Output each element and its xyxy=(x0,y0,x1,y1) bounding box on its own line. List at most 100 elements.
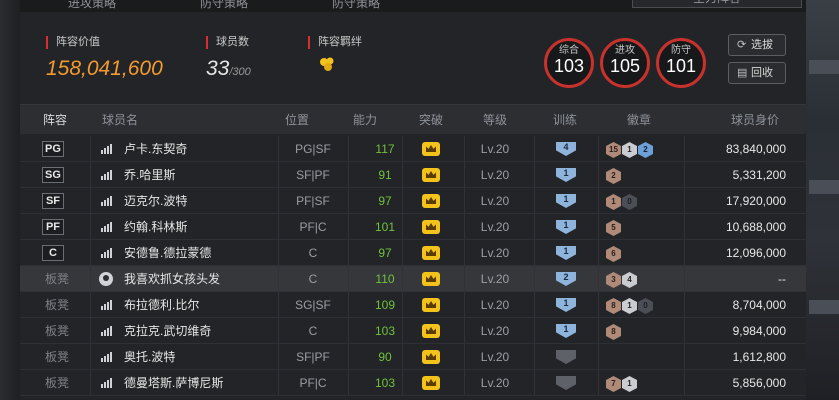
training-shield-icon[interactable] xyxy=(556,350,576,364)
col-lineup[interactable]: 阵容 xyxy=(20,105,90,135)
stats-icon[interactable] xyxy=(101,248,113,258)
badge-icon[interactable]: 0 xyxy=(622,194,637,210)
player-name[interactable]: 安德鲁.德拉蒙德 xyxy=(124,240,211,266)
badge-list: 8 xyxy=(606,323,622,340)
badge-icon[interactable]: 1 xyxy=(622,298,637,314)
training-shield-icon[interactable]: 2 xyxy=(556,272,576,286)
bond-icon[interactable] xyxy=(318,55,336,73)
badge-icon[interactable]: 6 xyxy=(606,246,621,262)
lineup-dropdown[interactable]: 全力阵容 xyxy=(632,0,802,8)
col-training[interactable]: 训练 xyxy=(530,105,600,135)
player-value: 1,612,800 xyxy=(732,350,786,364)
player-name[interactable]: 布拉德利.比尔 xyxy=(124,292,199,318)
crown-icon[interactable] xyxy=(422,376,440,390)
badge-list: 2 xyxy=(606,167,622,184)
crown-icon[interactable] xyxy=(422,272,440,286)
crown-icon[interactable] xyxy=(422,324,440,338)
stats-icon[interactable] xyxy=(101,326,113,336)
badge-icon[interactable]: 0 xyxy=(638,298,653,314)
col-badges[interactable]: 徽章 xyxy=(604,105,674,135)
player-name[interactable]: 卢卡.东契奇 xyxy=(124,136,187,162)
badge-icon[interactable]: 2 xyxy=(638,142,653,158)
training-shield-icon[interactable]: 1 xyxy=(556,246,576,260)
player-name[interactable]: 乔.哈里斯 xyxy=(124,162,175,188)
badge-icon[interactable]: 4 xyxy=(622,272,637,288)
badge-icon[interactable]: 8 xyxy=(606,324,621,340)
badge-icon[interactable]: 8 xyxy=(606,298,621,314)
table-row[interactable]: PG 卢卡.东契奇 PG|SF 117 Lv.20 4 15 1 2 83,840,… xyxy=(20,136,806,162)
offense-label: 进攻 xyxy=(615,45,635,56)
recycle-button[interactable]: ▤ 回收 xyxy=(728,62,786,84)
stats-icon[interactable] xyxy=(101,222,113,232)
training-shield-icon[interactable]: 1 xyxy=(556,324,576,338)
col-player-value[interactable]: 球员身价 xyxy=(720,105,790,135)
crown-icon[interactable] xyxy=(422,350,440,364)
table-row[interactable]: SG 乔.哈里斯 SF|PF 91 Lv.20 1 2 5,331,200 xyxy=(20,162,806,188)
lineup-value-stat: 阵容价值 158,041,600 xyxy=(46,36,163,81)
col-breakthrough[interactable]: 突破 xyxy=(396,105,466,135)
crown-icon[interactable] xyxy=(422,298,440,312)
training-shield-icon[interactable] xyxy=(556,376,576,390)
col-player-name[interactable]: 球员名 xyxy=(102,105,138,135)
col-position[interactable]: 位置 xyxy=(262,105,332,135)
players-label: 球员数 xyxy=(206,36,251,49)
training-shield-icon[interactable]: 1 xyxy=(556,168,576,182)
tab-defense-strategy-2[interactable]: 防守策略 xyxy=(332,0,380,11)
crown-icon[interactable] xyxy=(422,194,440,208)
player-name[interactable]: 约翰.科林斯 xyxy=(124,214,187,240)
crown-icon[interactable] xyxy=(422,168,440,182)
player-name[interactable]: 我喜欢抓女孩头发 xyxy=(124,266,220,292)
table-row[interactable]: 板凳 布拉德利.比尔 SG|SF 109 Lv.20 1 810 8,704,0… xyxy=(20,292,806,318)
stats-icon[interactable] xyxy=(101,300,113,310)
select-button[interactable]: ⟳ 选拔 xyxy=(728,34,786,56)
background-right xyxy=(805,0,839,400)
table-row[interactable]: PF 约翰.科林斯 PF|C 101 Lv.20 1 5 10,688,000 xyxy=(20,214,806,240)
tab-defense-strategy[interactable]: 防守策略 xyxy=(200,0,248,11)
stats-icon[interactable] xyxy=(101,170,113,180)
table-row[interactable]: 板凳 奥托.波特 SF|PF 90 Lv.20 1,612,800 xyxy=(20,344,806,370)
stats-icon[interactable] xyxy=(101,144,113,154)
table-row[interactable]: 板凳 德曼塔斯.萨博尼斯 PF|C 103 Lv.20 71 5,856,000 xyxy=(20,370,806,396)
badge-list: 15 1 2 xyxy=(606,141,654,158)
badge-icon[interactable]: 7 xyxy=(606,376,621,392)
training-shield-icon[interactable]: 1 xyxy=(556,298,576,312)
col-level[interactable]: 等级 xyxy=(460,105,530,135)
stats-icon[interactable] xyxy=(101,378,113,388)
badge-icon[interactable]: 2 xyxy=(606,168,621,184)
table-row[interactable]: 板凳 克拉克.武切维奇 C 103 Lv.20 1 8 9,984,000 xyxy=(20,318,806,344)
stats-icon[interactable] xyxy=(101,196,113,206)
player-position: PF|SF xyxy=(296,194,330,208)
player-value: 5,856,000 xyxy=(732,376,786,390)
stats-icon[interactable] xyxy=(101,352,113,362)
table-row[interactable]: SF 迈克尔.波特 PF|SF 97 Lv.20 1 10 17,920,000 xyxy=(20,188,806,214)
badge-icon[interactable]: 1 xyxy=(622,142,637,158)
player-value: 83,840,000 xyxy=(725,142,786,156)
badge-icon[interactable]: 15 xyxy=(606,142,621,158)
badge-icon[interactable]: 1 xyxy=(606,194,621,210)
player-name[interactable]: 迈克尔.波特 xyxy=(124,188,187,214)
player-name[interactable]: 德曼塔斯.萨博尼斯 xyxy=(124,370,223,396)
player-ability: 109 xyxy=(374,298,396,312)
training-shield-icon[interactable]: 1 xyxy=(556,220,576,234)
badge-list: 5 xyxy=(606,219,622,236)
player-level: Lv.20 xyxy=(480,168,510,182)
player-name[interactable]: 克拉克.武切维奇 xyxy=(124,318,211,344)
badge-icon[interactable]: 5 xyxy=(606,220,621,236)
training-shield-icon[interactable]: 4 xyxy=(556,142,576,156)
badge-icon[interactable]: 1 xyxy=(622,376,637,392)
crown-icon[interactable] xyxy=(422,142,440,156)
badge-icon[interactable]: 3 xyxy=(606,272,621,288)
table-row[interactable]: C 安德鲁.德拉蒙德 C 97 Lv.20 1 6 12,096,000 xyxy=(20,240,806,266)
player-name[interactable]: 奥托.波特 xyxy=(124,344,175,370)
position-badge: C xyxy=(42,245,64,261)
tab-offense-strategy[interactable]: 进攻策略 xyxy=(68,0,116,11)
player-position: C xyxy=(308,246,318,260)
player-ability: 90 xyxy=(378,350,392,364)
table-row[interactable]: 板凳 我喜欢抓女孩头发 C 110 Lv.20 2 34 -- xyxy=(20,266,806,292)
crown-icon[interactable] xyxy=(422,220,440,234)
table-header: 阵容 球员名 位置 能力 突破 等级 训练 徽章 球员身价 xyxy=(20,104,806,134)
slot-label: 板凳 xyxy=(44,298,69,312)
col-ability[interactable]: 能力 xyxy=(330,105,400,135)
crown-icon[interactable] xyxy=(422,246,440,260)
training-shield-icon[interactable]: 1 xyxy=(556,194,576,208)
